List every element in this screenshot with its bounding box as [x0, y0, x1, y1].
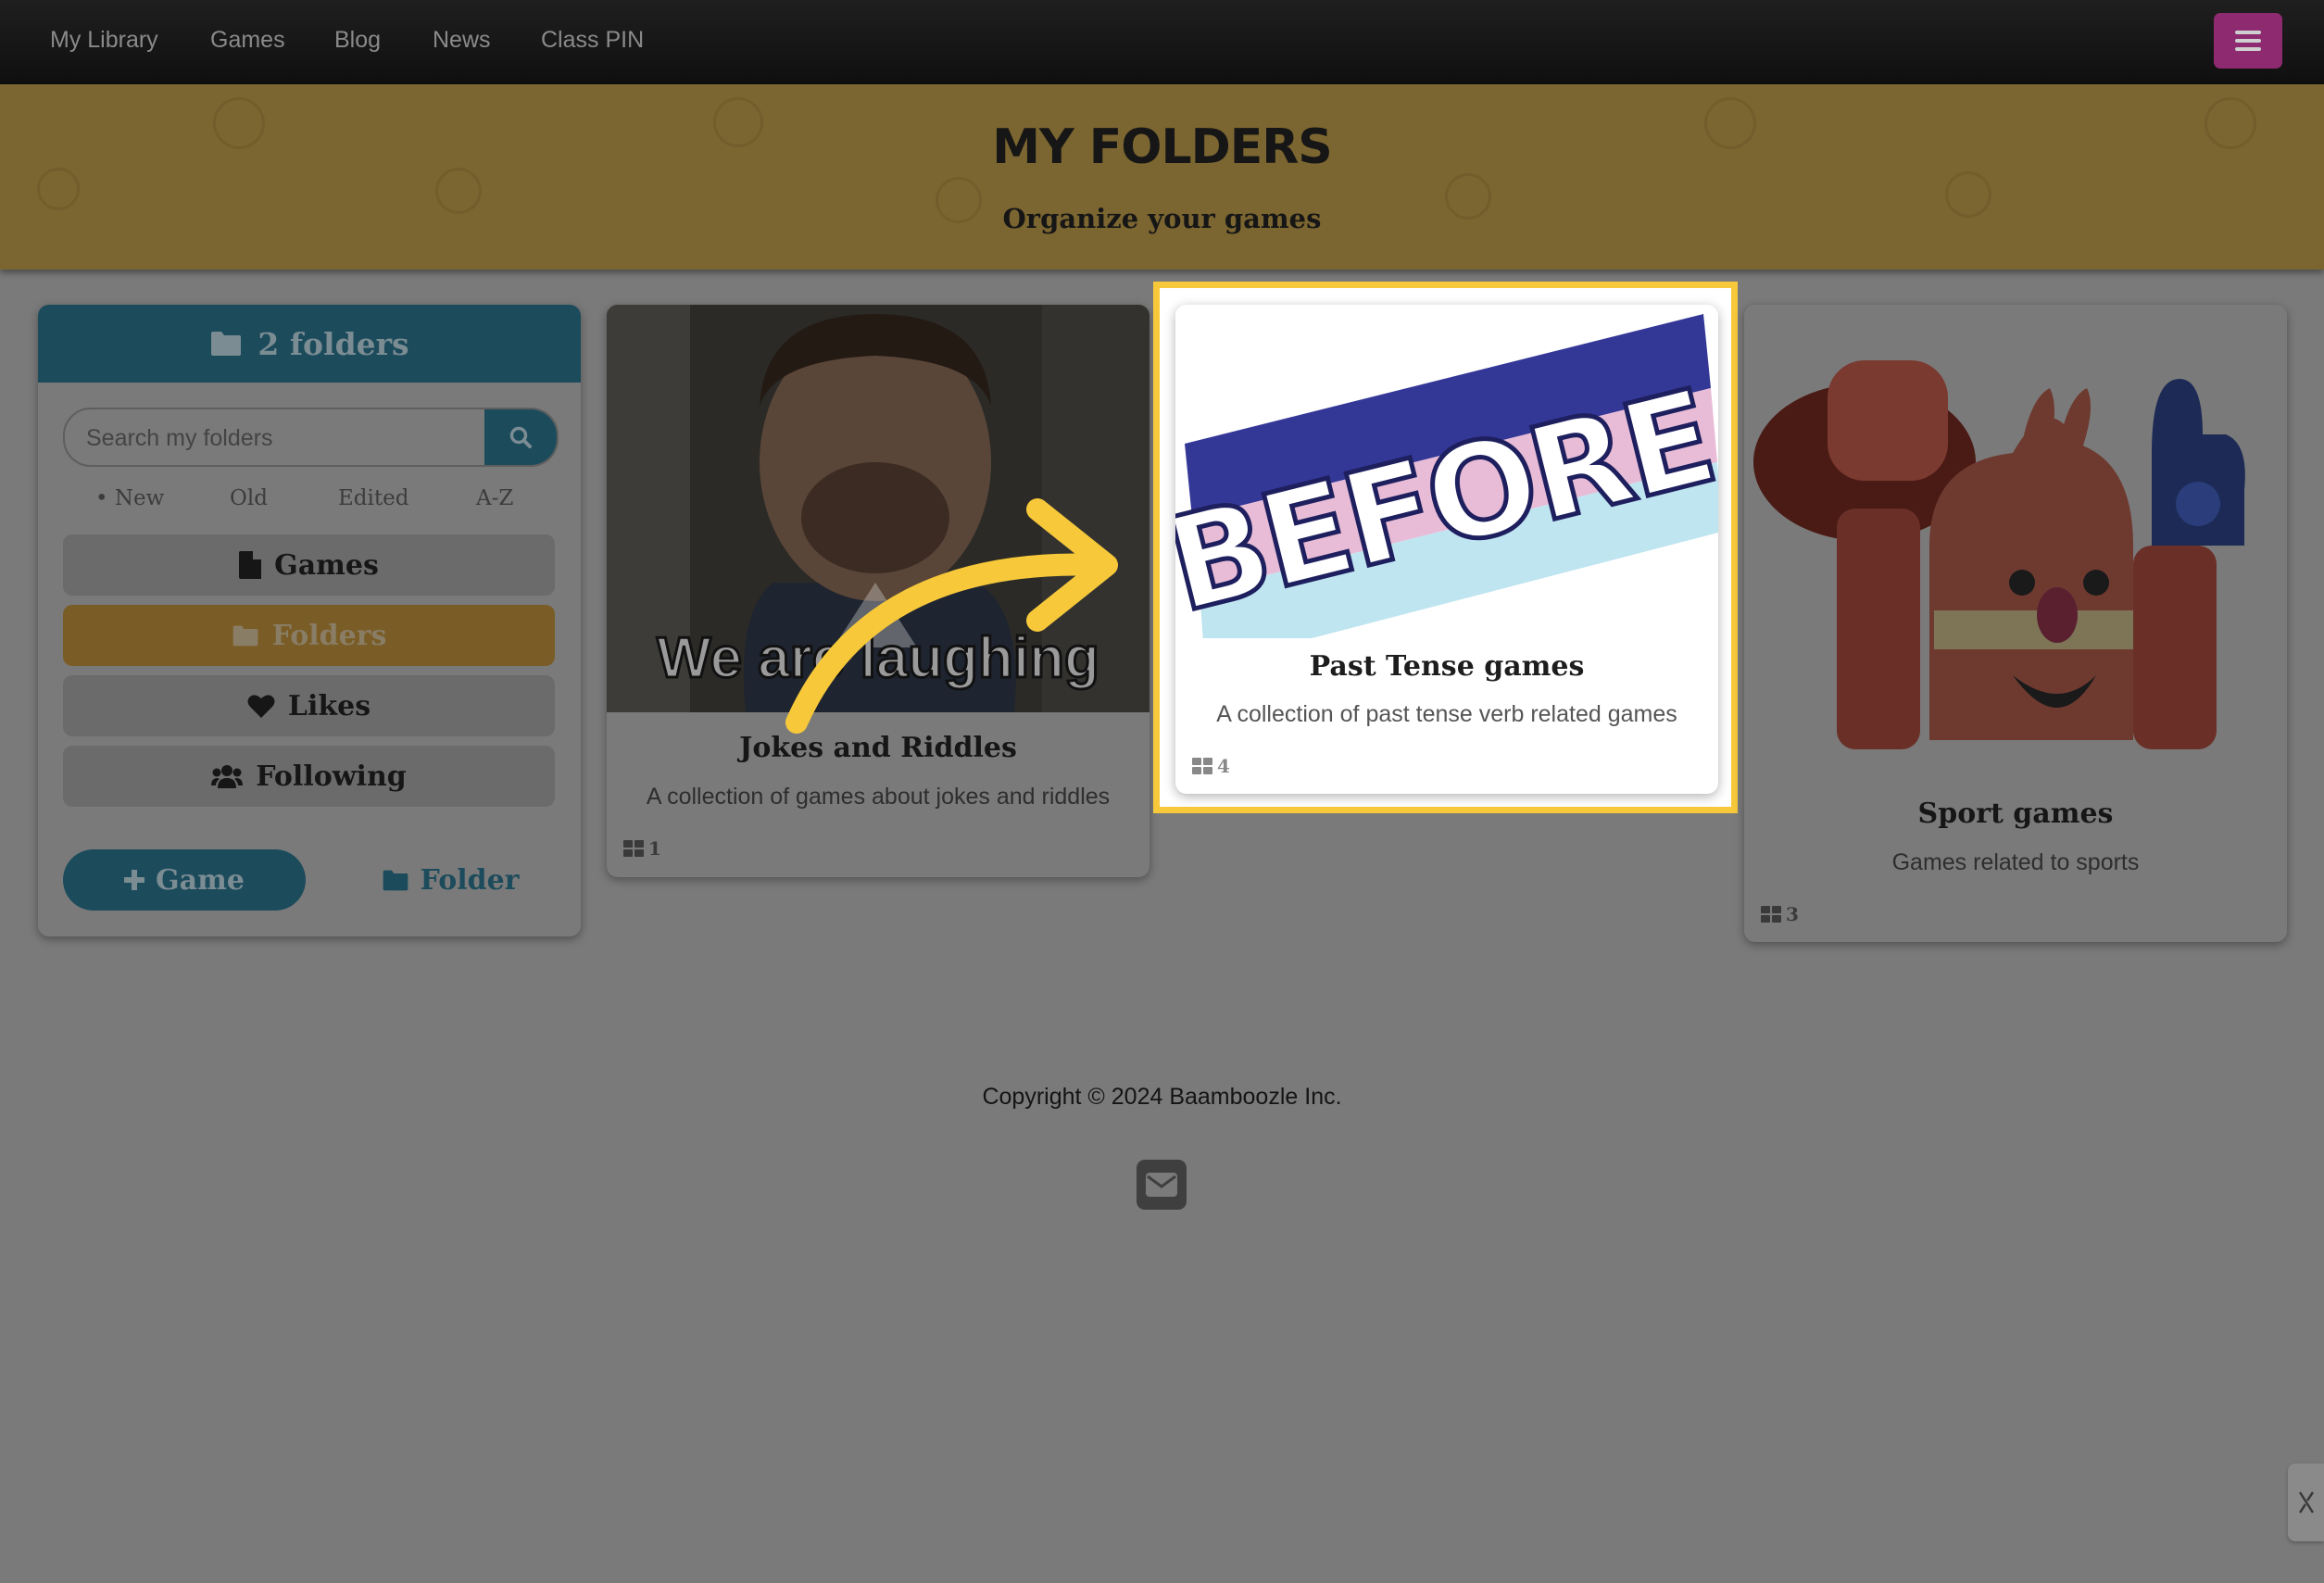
search-icon	[509, 426, 532, 448]
sidebar-item-label: Following	[256, 760, 407, 793]
sidebar-item-label: Likes	[287, 689, 371, 722]
game-count: 3	[1761, 903, 1799, 925]
collapse-icon	[2298, 1491, 2314, 1514]
file-icon	[239, 551, 262, 579]
plus-icon	[124, 870, 145, 890]
contact-email-button[interactable]	[1137, 1160, 1187, 1210]
nav-class-pin[interactable]: Class PIN	[541, 27, 644, 54]
folder-title[interactable]: Sport games	[1744, 798, 2287, 830]
sort-new[interactable]: • New	[95, 486, 164, 510]
hamburger-icon-line	[2235, 39, 2261, 43]
sidebar-item-likes[interactable]: Likes	[63, 675, 555, 736]
add-folder-label: Folder	[420, 863, 520, 897]
folder-card-past-tense[interactable]: BEFORE Past Tense games A collection of …	[1175, 305, 1718, 794]
folder-sidebar: 2 folders • New Old Edited A-Z Games Fol…	[38, 305, 581, 936]
folder-icon	[232, 625, 258, 646]
folder-icon	[211, 332, 242, 356]
search-box	[63, 408, 559, 467]
hamburger-icon-line	[2235, 47, 2261, 51]
nav-news[interactable]: News	[433, 27, 491, 54]
nav-my-library[interactable]: My Library	[50, 27, 158, 54]
side-widget-tab[interactable]	[2288, 1464, 2324, 1541]
sort-edited[interactable]: Edited	[338, 486, 408, 510]
folder-thumbnail	[1744, 305, 2287, 777]
folder-description: A collection of games about jokes and ri…	[646, 784, 1111, 810]
page-subtitle: Organize your games	[1002, 203, 1322, 234]
search-input[interactable]	[65, 409, 496, 465]
folder-thumbnail: BEFORE	[1175, 305, 1718, 638]
hamburger-icon	[2235, 31, 2261, 34]
page-banner: My Folders Organize your games	[0, 84, 2324, 270]
envelope-icon	[1146, 1173, 1177, 1197]
users-icon	[211, 765, 244, 788]
hamburger-menu-button[interactable]	[2214, 13, 2282, 69]
game-count-value: 1	[648, 837, 661, 860]
sort-old[interactable]: Old	[230, 486, 268, 510]
folder-description: A collection of past tense verb related …	[1216, 701, 1677, 727]
add-folder-button[interactable]: Folder	[358, 849, 543, 911]
sidebar-item-label: Folders	[271, 619, 387, 652]
folder-card-sport[interactable]: Sport games Games related to sports 3	[1744, 305, 2287, 942]
game-count-value: 4	[1217, 755, 1230, 777]
sort-a-z[interactable]: A-Z	[476, 486, 513, 510]
folder-count: 2 folders	[258, 325, 409, 362]
add-game-button[interactable]: Game	[63, 849, 306, 911]
annotation-arrow	[785, 498, 1118, 734]
sidebar-item-folders[interactable]: Folders	[63, 605, 555, 666]
sidebar-item-label: Games	[274, 548, 379, 582]
game-count-value: 3	[1786, 903, 1799, 925]
folder-icon	[383, 870, 408, 890]
footer-copyright: Copyright © 2024 Baamboozle Inc.	[982, 1084, 1342, 1110]
folder-description: Games related to sports	[1891, 849, 2140, 875]
sidebar-item-following[interactable]: Following	[63, 746, 555, 807]
sidebar-header: 2 folders	[38, 305, 581, 383]
search-button[interactable]	[484, 409, 557, 465]
add-game-label: Game	[156, 863, 245, 897]
top-navbar: My Library Games Blog News Class PIN	[0, 0, 2324, 84]
game-count: 1	[623, 837, 661, 860]
nav-games[interactable]: Games	[210, 27, 285, 54]
grid-icon	[1192, 758, 1212, 774]
grid-icon	[1761, 906, 1781, 923]
folder-title[interactable]: Past Tense games	[1175, 650, 1718, 683]
sidebar-item-games[interactable]: Games	[63, 534, 555, 596]
nav-blog[interactable]: Blog	[334, 27, 381, 54]
page-title: My Folders	[992, 119, 1333, 175]
game-count: 4	[1192, 755, 1230, 777]
grid-icon	[623, 840, 644, 857]
heart-icon	[247, 694, 275, 718]
